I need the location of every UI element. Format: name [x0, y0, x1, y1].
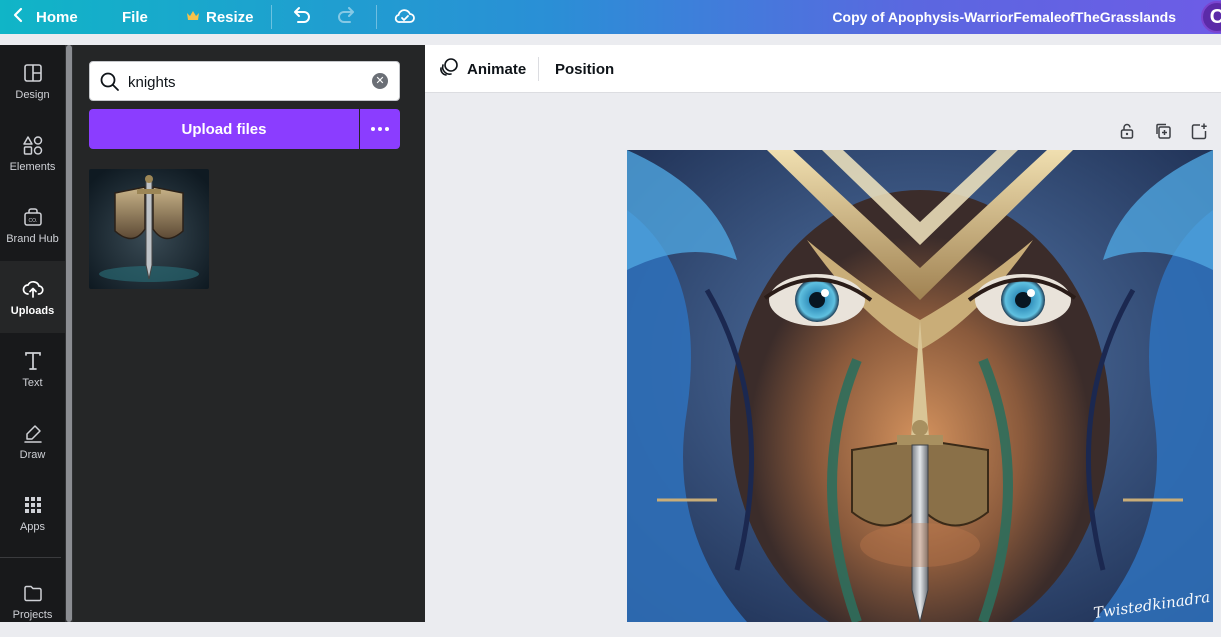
crown-icon — [186, 9, 200, 26]
dot — [378, 127, 382, 131]
brand-hub-icon: CO. — [23, 207, 42, 226]
rail-item-text[interactable]: Text — [0, 333, 65, 405]
rail-item-brand-hub[interactable]: CO. Brand Hub — [0, 189, 65, 261]
rail-item-uploads[interactable]: Uploads — [0, 261, 65, 333]
elements-icon — [22, 135, 42, 155]
avatar[interactable]: C — [1201, 1, 1221, 33]
animate-label: Animate — [467, 60, 527, 78]
left-rail: Design Elements CO. Brand Hub Uploads Te… — [0, 45, 65, 622]
design-icon — [23, 63, 42, 82]
animate-icon — [439, 57, 459, 81]
dot — [371, 127, 375, 131]
rail-label: Projects — [12, 608, 53, 621]
rail-item-design[interactable]: Design — [0, 45, 65, 117]
uploads-panel: ✕ Upload files — [73, 45, 425, 622]
search-input[interactable] — [128, 71, 358, 93]
design-artboard[interactable]: Twistedkinadra — [627, 150, 1213, 622]
rail-label: Apps — [19, 520, 46, 533]
search-icon — [99, 71, 121, 98]
rail-item-apps[interactable]: Apps — [0, 477, 65, 549]
more-options-button[interactable] — [360, 109, 400, 149]
rail-label: Draw — [19, 448, 46, 461]
clear-search-icon[interactable]: ✕ — [372, 73, 388, 89]
svg-text:CO.: CO. — [28, 218, 37, 224]
home-button[interactable]: Home — [12, 0, 78, 34]
rail-divider — [0, 557, 61, 558]
rail-item-elements[interactable]: Elements — [0, 117, 65, 189]
rail-item-projects[interactable]: Projects — [0, 565, 65, 637]
rail-item-draw[interactable]: Draw — [0, 405, 65, 477]
redo-icon[interactable] — [336, 4, 358, 33]
context-toolbar: Animate Position — [425, 45, 1221, 93]
knight-shield-sword-image — [89, 169, 209, 289]
cloud-saved-icon[interactable] — [393, 4, 417, 33]
duplicate-page-icon[interactable] — [1154, 122, 1172, 140]
rail-label: Text — [22, 376, 43, 389]
rail-label: Elements — [9, 160, 56, 173]
home-label: Home — [36, 8, 78, 26]
position-button[interactable]: Position — [555, 45, 614, 93]
back-chevron-icon — [12, 7, 24, 27]
upload-files-button[interactable]: Upload files — [89, 109, 359, 149]
draw-icon — [23, 424, 42, 443]
topbar-divider — [376, 5, 377, 29]
page-tools — [1118, 122, 1208, 140]
document-title[interactable]: Copy of Apophysis-WarriorFemaleofTheGras… — [832, 0, 1176, 34]
animate-button[interactable]: Animate — [439, 45, 526, 93]
rail-label: Design — [15, 88, 50, 101]
add-page-icon[interactable] — [1190, 122, 1208, 140]
resize-button[interactable]: Resize — [186, 0, 254, 34]
lock-icon[interactable] — [1118, 122, 1136, 140]
text-icon — [24, 351, 41, 370]
dot — [385, 127, 389, 131]
apps-icon — [24, 496, 41, 513]
topbar-divider — [271, 5, 272, 29]
canvas-area: Twistedkinadra — [425, 93, 1221, 622]
warrior-female-artwork — [627, 150, 1213, 622]
resize-label: Resize — [206, 8, 254, 26]
top-bar: Home File Resize Copy of Apophysis-Warri… — [0, 0, 1221, 34]
toolbar-divider — [538, 57, 539, 81]
search-box[interactable]: ✕ — [89, 61, 400, 101]
upload-icon — [22, 280, 44, 298]
folder-icon — [23, 585, 42, 601]
rail-label: Uploads — [10, 304, 55, 317]
upload-thumbnail[interactable] — [89, 169, 209, 289]
rail-label: Brand Hub — [6, 232, 59, 245]
rail-scrollbar-thumb[interactable] — [66, 45, 72, 622]
undo-icon[interactable] — [290, 4, 312, 33]
file-menu-button[interactable]: File — [122, 0, 148, 34]
